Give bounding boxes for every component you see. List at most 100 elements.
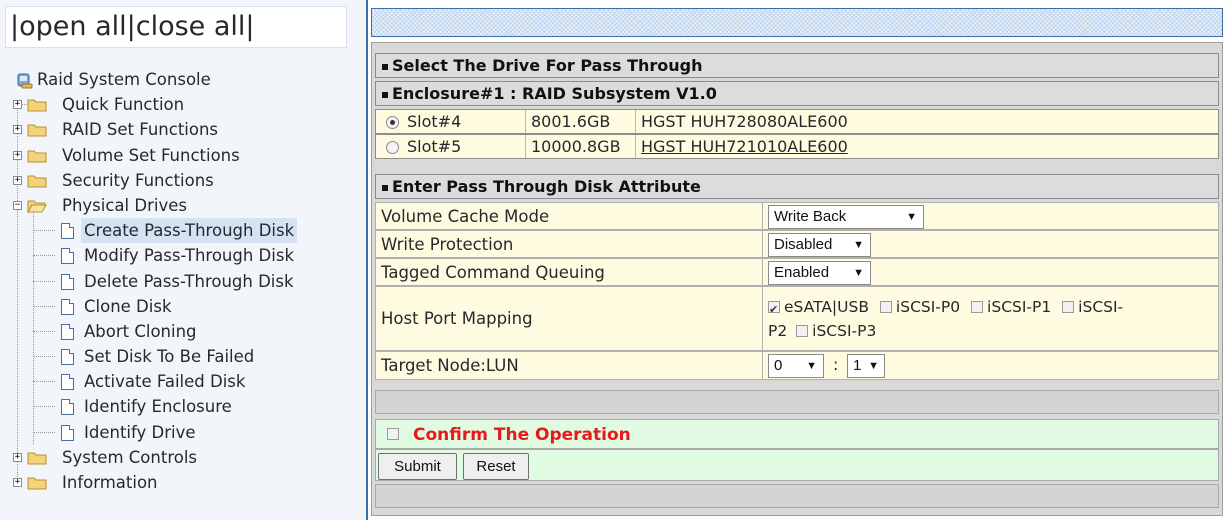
target-node-lun-row: Target Node:LUN 0 ▼ : 1 ▼ xyxy=(375,351,1219,380)
port-option-iscsi-p3[interactable]: iSCSI-P3 xyxy=(796,322,876,340)
drive-capacity: 10000.8GB xyxy=(526,135,636,158)
port-option-iscsi-p1[interactable]: iSCSI-P1 xyxy=(971,298,1051,316)
select-value: 0 xyxy=(774,357,783,374)
write-protection-select[interactable]: Disabled ▼ xyxy=(768,233,871,257)
tree-item-system-controls[interactable]: + System Controls xyxy=(0,445,366,470)
tree-item-label: Volume Set Functions xyxy=(62,145,240,165)
target-node-lun-value-cell: 0 ▼ : 1 ▼ xyxy=(763,352,1218,379)
target-node-lun-label: Target Node:LUN xyxy=(376,352,763,379)
tree-item-raid-set-functions[interactable]: + RAID Set Functions xyxy=(0,117,366,142)
tree-item-label: Activate Failed Disk xyxy=(84,372,246,392)
expander-plus-icon[interactable]: + xyxy=(13,452,22,462)
reset-button[interactable]: Reset xyxy=(463,453,529,480)
tree-item-create-pass-through-disk[interactable]: Create Pass-Through Disk xyxy=(0,218,366,244)
tree-connector-line xyxy=(33,406,55,408)
folder-icon xyxy=(27,150,47,163)
tree-root[interactable]: Raid System Console xyxy=(0,67,366,92)
port-option-esata-usb[interactable]: eSATA|USB xyxy=(768,298,869,322)
drive-slot: Slot#5 xyxy=(407,137,462,156)
tree-item-abort-cloning[interactable]: Abort Cloning xyxy=(0,319,366,344)
bullet-square-icon xyxy=(382,92,388,98)
drive-capacity: 8001.6GB xyxy=(526,110,636,133)
tree-connector-line xyxy=(33,280,55,282)
navigation-pane: |open all|close all| Raid System Console… xyxy=(0,0,366,520)
tree-item-physical-drives[interactable]: − Physical Drives xyxy=(0,193,366,218)
expander-plus-icon[interactable]: + xyxy=(13,478,22,487)
footer-bar xyxy=(375,484,1219,508)
port-label-wrap: P2 xyxy=(768,322,788,340)
tree-item-security-functions[interactable]: + Security Functions xyxy=(0,168,366,193)
tree-connector-line xyxy=(33,255,55,257)
bullet-square-icon xyxy=(382,64,388,70)
radio-icon[interactable] xyxy=(386,141,399,154)
folder-icon xyxy=(27,477,47,490)
target-node-select[interactable]: 0 ▼ xyxy=(768,354,824,378)
expander-plus-icon[interactable]: + xyxy=(13,100,22,110)
drive-row[interactable]: Slot#5 10000.8GB HGST HUH721010ALE600 xyxy=(375,134,1219,159)
divider-bar xyxy=(375,390,1219,414)
dropdown-arrow-icon: ▼ xyxy=(906,211,917,223)
drive-select-title: Select The Drive For Pass Through xyxy=(392,56,703,75)
host-port-mapping-label: Host Port Mapping xyxy=(376,287,763,350)
port-option-iscsi-p2[interactable]: iSCSI- xyxy=(1062,298,1123,316)
tree-item-volume-set-functions[interactable]: + Volume Set Functions xyxy=(0,143,366,168)
tree-connector-line xyxy=(33,431,55,433)
tree-item-identify-enclosure[interactable]: Identify Enclosure xyxy=(0,394,366,419)
write-protection-value-cell: Disabled ▼ xyxy=(763,231,1218,257)
tagged-command-queuing-select[interactable]: Enabled ▼ xyxy=(768,261,871,285)
port-label: iSCSI-P3 xyxy=(812,322,877,340)
folder-icon xyxy=(27,175,47,188)
volume-cache-mode-row: Volume Cache Mode Write Back ▼ xyxy=(375,202,1219,230)
attribute-title: Enter Pass Through Disk Attribute xyxy=(392,177,701,196)
tree-item-label: Identify Drive xyxy=(84,422,196,442)
tree-item-quick-function[interactable]: + Quick Function xyxy=(0,92,366,117)
tagged-command-queuing-row: Tagged Command Queuing Enabled ▼ xyxy=(375,258,1219,286)
confirm-checkbox[interactable] xyxy=(387,428,399,440)
confirm-row: Confirm The Operation xyxy=(375,419,1219,449)
tree-item-activate-failed-disk[interactable]: Activate Failed Disk xyxy=(0,369,366,394)
tree-item-identify-drive[interactable]: Identify Drive xyxy=(0,420,366,445)
tagged-command-queuing-label: Tagged Command Queuing xyxy=(376,259,763,285)
tree-item-clone-disk[interactable]: Clone Disk xyxy=(0,294,366,319)
volume-cache-mode-value-cell: Write Back ▼ xyxy=(763,203,1218,229)
port-label: iSCSI- xyxy=(1078,298,1124,316)
checkbox-icon[interactable] xyxy=(796,325,809,337)
page-icon xyxy=(61,223,74,240)
node-lun-separator: : xyxy=(833,355,839,374)
expander-minus-icon[interactable]: − xyxy=(13,200,22,210)
tree-item-information[interactable]: + Information xyxy=(0,470,366,495)
checkbox-icon[interactable] xyxy=(1062,301,1075,313)
expander-plus-icon[interactable]: + xyxy=(13,150,22,160)
radio-icon[interactable] xyxy=(386,116,399,129)
expander-plus-icon[interactable]: + xyxy=(13,125,22,135)
tree-item-label: Quick Function xyxy=(62,95,185,115)
expander-plus-icon[interactable]: + xyxy=(13,175,22,185)
volume-cache-mode-select[interactable]: Write Back ▼ xyxy=(768,205,924,229)
drive-row[interactable]: Slot#4 8001.6GB HGST HUH728080ALE600 xyxy=(375,109,1219,134)
open-close-all-bar: |open all|close all| xyxy=(5,6,347,48)
tree-item-label: Clone Disk xyxy=(84,296,172,316)
tree-item-label: RAID Set Functions xyxy=(62,120,219,140)
tree-item-label: Identify Enclosure xyxy=(84,397,232,417)
page-icon xyxy=(61,298,74,315)
submit-button[interactable]: Submit xyxy=(378,453,457,480)
folder-icon xyxy=(27,99,47,112)
port-option-iscsi-p0[interactable]: iSCSI-P0 xyxy=(879,298,960,316)
tree-item-label: Set Disk To Be Failed xyxy=(84,347,255,367)
header-banner xyxy=(371,8,1223,37)
tree-item-delete-pass-through-disk[interactable]: Delete Pass-Through Disk xyxy=(0,269,366,294)
checkbox-icon[interactable] xyxy=(879,301,892,313)
enclosure-title: Enclosure#1 : RAID Subsystem V1.0 xyxy=(392,84,717,103)
volume-cache-mode-label: Volume Cache Mode xyxy=(376,203,763,229)
close-all-link[interactable]: close all xyxy=(136,11,246,42)
checkbox-icon[interactable] xyxy=(768,298,780,322)
dropdown-arrow-icon: ▼ xyxy=(853,239,864,251)
drive-model-link[interactable]: HGST HUH721010ALE600 xyxy=(636,135,1220,158)
page-icon xyxy=(61,374,74,391)
target-lun-select[interactable]: 1 ▼ xyxy=(847,354,885,378)
page-icon xyxy=(61,273,74,290)
tree-item-set-disk-to-be-failed[interactable]: Set Disk To Be Failed xyxy=(0,344,366,369)
open-all-link[interactable]: open all xyxy=(19,11,127,42)
checkbox-icon[interactable] xyxy=(971,301,984,313)
tree-item-modify-pass-through-disk[interactable]: Modify Pass-Through Disk xyxy=(0,243,366,268)
